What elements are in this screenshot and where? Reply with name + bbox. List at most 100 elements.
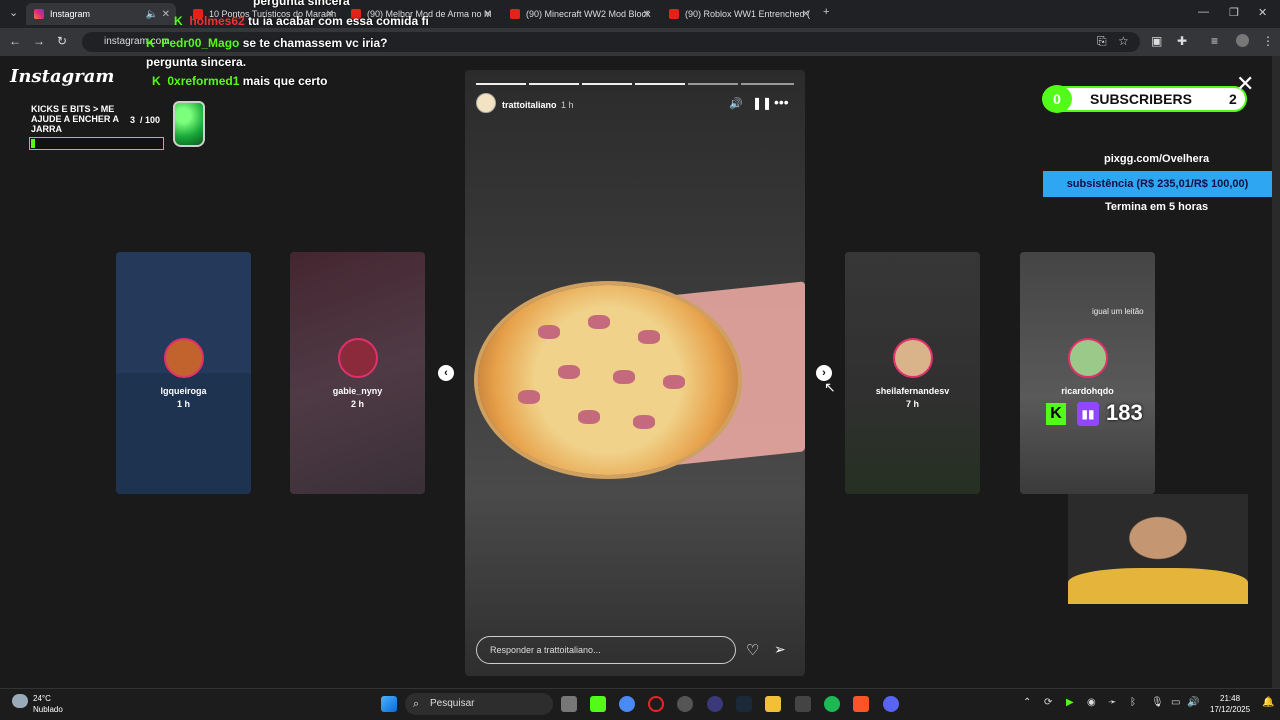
story-username[interactable]: trattoitaliano: [502, 100, 557, 110]
pix-goal-end: Termina em 5 horas: [1105, 201, 1209, 213]
spotify-icon[interactable]: [824, 696, 840, 712]
story-card-ricardohqdo[interactable]: igual um leitão ricardohqdo: [1020, 252, 1155, 494]
volume-icon[interactable]: 🔊: [729, 97, 743, 110]
extension-icon[interactable]: ▣: [1151, 34, 1162, 48]
youtube-icon: [669, 9, 679, 19]
search-icon: ⌕: [413, 698, 420, 710]
tray-app-icon[interactable]: ➛: [1108, 697, 1116, 708]
profile-avatar-icon[interactable]: [1236, 34, 1249, 47]
close-icon[interactable]: ✕: [162, 9, 170, 20]
close-icon[interactable]: ✕: [643, 9, 651, 20]
heart-icon[interactable]: ♡: [746, 641, 759, 659]
pix-url: pixgg.com/Ovelhera: [1104, 153, 1210, 165]
story-time: 1 h: [561, 100, 574, 110]
story-username: ricardohqdo: [1061, 386, 1114, 396]
chat-line: K 0xreformed1 mais que certo: [152, 74, 327, 88]
steam-icon[interactable]: [736, 696, 752, 712]
weather-temp[interactable]: 24°C: [33, 694, 51, 703]
tray-app-icon[interactable]: ◉: [1087, 697, 1096, 708]
prev-story-arrow-icon[interactable]: ‹: [438, 365, 454, 381]
chat-username: holmes62: [189, 14, 245, 28]
app-icon[interactable]: [795, 696, 811, 712]
microphone-icon[interactable]: 🎙: [1151, 697, 1164, 708]
chrome-icon[interactable]: [619, 696, 635, 712]
page-scrollbar[interactable]: [1272, 56, 1280, 688]
story-avatar[interactable]: [476, 93, 496, 113]
windows-start-icon[interactable]: [381, 696, 397, 712]
restore-icon[interactable]: ❐: [1229, 6, 1239, 19]
forward-arrow-icon[interactable]: →: [33, 34, 45, 48]
notifications-icon[interactable]: 🔔: [1262, 697, 1274, 708]
story-username: sheilafernandesv: [875, 386, 950, 396]
instagram-logo[interactable]: Instagram: [10, 66, 114, 87]
tab-search-icon[interactable]: ⌄: [9, 6, 18, 19]
webcam-shirt: [1068, 568, 1248, 604]
kick-icon: K: [152, 74, 161, 88]
bookmark-star-icon[interactable]: ☆: [1118, 34, 1129, 48]
jar-goal-count: 3 / 100: [130, 115, 161, 125]
story-card-gabie-nyny[interactable]: gabie_nyny 2 h: [290, 252, 425, 494]
close-icon[interactable]: ✕: [484, 9, 492, 20]
close-window-icon[interactable]: ✕: [1258, 6, 1267, 19]
pix-goal-bar: subsistência (R$ 235,01/R$ 100,00): [1043, 171, 1272, 197]
tray-kick-icon[interactable]: ▶: [1066, 697, 1074, 708]
send-icon[interactable]: ➢: [774, 641, 786, 658]
back-arrow-icon[interactable]: ←: [9, 34, 21, 48]
clock-date[interactable]: 17/12/2025: [1210, 705, 1250, 714]
bluetooth-icon[interactable]: ᛒ: [1130, 697, 1136, 708]
app-icon[interactable]: [707, 696, 723, 712]
taskbar-search[interactable]: Pesquisar: [405, 693, 553, 715]
install-app-icon[interactable]: ⎘: [1097, 34, 1107, 49]
puzzle-icon[interactable]: ✚: [1177, 34, 1187, 48]
topping: [638, 330, 660, 344]
avatar: [892, 338, 933, 378]
topping: [633, 415, 655, 429]
network-icon[interactable]: ▭: [1171, 697, 1180, 708]
minimize-icon[interactable]: —: [1198, 6, 1209, 18]
tab-roblox[interactable]: (90) Roblox WW1 Entrenched ( ✕: [661, 3, 816, 25]
speaker-icon[interactable]: 🔈: [146, 9, 158, 20]
reload-icon[interactable]: ↻: [57, 34, 67, 48]
file-explorer-icon[interactable]: [765, 696, 781, 712]
opera-icon[interactable]: [648, 696, 664, 712]
tab-minecraft[interactable]: (90) Minecraft WW2 Mod Block ✕: [502, 3, 657, 25]
jar-goal-title: KICKS E BITS > ME AJUDE A ENCHER A JARRA: [31, 104, 119, 134]
avatar: [337, 338, 378, 378]
pause-icon[interactable]: ❚❚: [752, 96, 772, 110]
tab-instagram[interactable]: Instagram 🔈 ✕: [26, 3, 176, 25]
story-age: 1 h: [176, 399, 190, 409]
reply-input[interactable]: Responder a trattoitaliano...: [476, 636, 736, 664]
obs-icon[interactable]: [677, 696, 693, 712]
clock-time[interactable]: 21:48: [1220, 694, 1240, 703]
kick-icon: K: [174, 14, 183, 28]
topping: [518, 390, 540, 404]
brave-icon[interactable]: [853, 696, 869, 712]
story-card-sheilafernandesv[interactable]: sheilafernandesv 7 h: [845, 252, 980, 494]
story-progress-segment: [741, 83, 794, 85]
task-view-icon[interactable]: [561, 696, 577, 712]
more-options-icon[interactable]: •••: [774, 94, 789, 110]
close-story-icon[interactable]: ✕: [1236, 71, 1254, 97]
kick-app-icon[interactable]: [590, 696, 606, 712]
story-caption: igual um leitão: [1092, 307, 1144, 316]
kick-logo-icon: K: [1046, 403, 1066, 425]
new-tab-plus-icon[interactable]: +: [823, 6, 829, 18]
story-card-lgqueiroga[interactable]: lgqueiroga 1 h: [116, 252, 251, 494]
chat-username: 0xreformed1: [167, 74, 240, 88]
menu-kebab-icon[interactable]: ⋮: [1262, 34, 1274, 48]
twitch-logo-icon: ▮▮: [1077, 402, 1099, 426]
chat-line: K holmes62 tu ia acabar com essa comida …: [174, 14, 429, 28]
tray-chevron-up-icon[interactable]: ⌃: [1023, 697, 1031, 708]
jar-progress-bar: [29, 137, 164, 150]
discord-icon[interactable]: [883, 696, 899, 712]
tray-app-icon[interactable]: ⟳: [1044, 697, 1052, 708]
story-username: gabie_nyny: [332, 386, 383, 396]
volume-icon[interactable]: 🔊: [1187, 697, 1199, 708]
chat-message: tu ia acabar com essa comida fi: [248, 14, 429, 28]
weather-cloud-icon[interactable]: [12, 694, 28, 708]
media-controls-icon[interactable]: ≡: [1211, 34, 1218, 48]
subscribers-count: 0: [1042, 85, 1072, 113]
story-age: 2 h: [350, 399, 364, 409]
weather-desc[interactable]: Nublado: [33, 705, 63, 714]
close-icon[interactable]: ✕: [802, 9, 810, 20]
